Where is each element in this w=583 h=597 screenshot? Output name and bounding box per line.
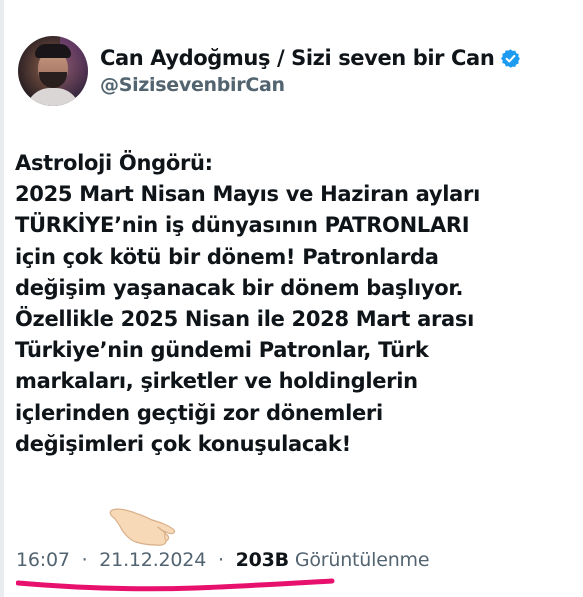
- meta-separator: ·: [81, 549, 88, 571]
- tweet-line: değişimleri çok konuşulacak!: [15, 431, 351, 456]
- views-count: 203B: [235, 549, 290, 571]
- tweet-time[interactable]: 16:07: [16, 549, 70, 571]
- tweet-line: Astroloji Öngörü:: [15, 151, 213, 175]
- pointing-hand-icon: [109, 508, 176, 546]
- avatar[interactable]: [18, 36, 88, 106]
- tweet-line: Özellikle 2025 Nisan ile 2028 Mart arası: [15, 307, 474, 332]
- avatar-hair: [35, 44, 71, 58]
- tweet-line: 2025 Mart Nisan Mayıs ve Haziran ayları: [15, 182, 480, 207]
- tweet-line: markaları, şirketler ve holdinglerin: [15, 369, 418, 394]
- tweet-line: değişim yaşanacak bir dönem başlıyor.: [15, 275, 464, 300]
- author-names: Can Aydoğmuş / Sizi seven bir Can @Sizis…: [100, 46, 521, 96]
- display-name-row: Can Aydoğmuş / Sizi seven bir Can: [100, 46, 521, 70]
- verified-badge-icon[interactable]: [500, 48, 521, 69]
- author-display-name[interactable]: Can Aydoğmuş / Sizi seven bir Can: [100, 46, 495, 70]
- tweet-line: için çok kötü bir dönem! Patronlarda: [15, 244, 439, 269]
- left-frame-line: [0, 0, 4, 597]
- tweet-line: TÜRKİYE’nin iş dünyasının PATRONLARI: [15, 213, 470, 238]
- tweet-header: Can Aydoğmuş / Sizi seven bir Can @Sizis…: [18, 36, 521, 106]
- highlight-underline: [16, 578, 335, 592]
- tweet-text: Astroloji Öngörü: 2025 Mart Nisan Mayıs …: [15, 148, 575, 460]
- author-handle[interactable]: @SizisevenbirCan: [100, 74, 521, 96]
- tweet-meta: 16:07 · 21.12.2024 · 203B Görüntülenme: [16, 549, 430, 571]
- meta-separator: ·: [217, 549, 224, 571]
- tweet-line: içlerinden geçtiği zor dönemleri: [15, 400, 383, 425]
- tweet-line: Türkiye’nin gündemi Patronlar, Türk: [15, 338, 429, 363]
- views-label: Görüntülenme: [294, 549, 430, 571]
- tweet-date[interactable]: 21.12.2024: [99, 549, 206, 571]
